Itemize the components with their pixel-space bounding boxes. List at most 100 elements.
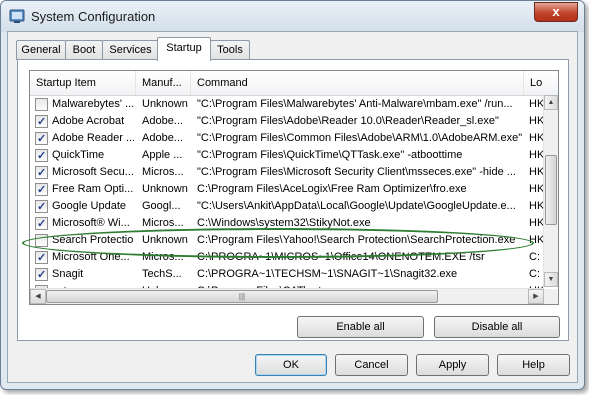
manufacturer-cell: Googl...	[142, 200, 181, 212]
startup-item-name: Microsoft® Wi...	[52, 217, 130, 229]
startup-item-name: Adobe Acrobat	[52, 115, 125, 127]
checkmark-icon: ✓	[37, 218, 47, 230]
tab-general[interactable]: General	[16, 40, 66, 60]
column-header-location[interactable]: Lo	[524, 71, 558, 95]
startup-item-name: Microsoft Secu...	[52, 166, 134, 178]
arrow-right-icon: ▶	[533, 293, 539, 300]
checkmark-icon: ✓	[37, 167, 47, 179]
list-header: Startup Item Manuf... Command Lo	[30, 71, 558, 96]
manufacturer-cell: Micros...	[142, 166, 184, 178]
scroll-down-button[interactable]: ▼	[544, 272, 558, 287]
startup-item-checkbox[interactable]: ✓	[35, 217, 48, 230]
list-item[interactable]: ✓ QuickTime Apple ... "C:\Program Files\Qui…	[30, 147, 545, 164]
list-item[interactable]: ✓ Free Ram Opti... Unknown C:\Program Files…	[30, 181, 545, 198]
column-header-startup-item[interactable]: Startup Item	[30, 71, 136, 95]
help-button[interactable]: Help	[497, 354, 570, 376]
startup-item-name: Snagit	[52, 268, 84, 280]
list-item[interactable]: Malwarebytes' ... Unknown "C:\Program File…	[30, 96, 545, 113]
startup-item-checkbox[interactable]: ✓	[35, 183, 48, 196]
command-cell: C:\Windows\system32\StikyNot.exe	[197, 217, 371, 229]
arrow-left-icon: ◀	[35, 293, 41, 300]
manufacturer-cell: Micros...	[142, 217, 184, 229]
startup-tab-panel: Startup Item Manuf... Command Lo Malware…	[17, 59, 569, 341]
startup-item-name: Microsoft One...	[52, 251, 130, 263]
startup-item-name: Free Ram Opti...	[52, 183, 134, 195]
checkmark-icon: ✓	[37, 150, 47, 162]
title-bar[interactable]: System Configuration x	[1, 1, 584, 32]
list-item[interactable]: ✓ Adobe Reader ... Adobe... "C:\Program Fil…	[30, 130, 545, 147]
list-item[interactable]: ✓ Microsoft® Wi... Micros... C:\Windows\sys…	[30, 215, 545, 232]
command-cell: C:\Program Files\Yahoo!\Search Protectio…	[197, 234, 516, 246]
list-item[interactable]: ✓ Microsoft One... Micros... C:\PROGRA~1\MI…	[30, 249, 545, 266]
arrow-up-icon: ▲	[547, 99, 555, 106]
startup-item-name: Malwarebytes' ...	[52, 98, 134, 110]
command-cell: "C:\Program Files\Adobe\Reader 10.0\Read…	[197, 115, 499, 127]
scroll-right-button[interactable]: ▶	[528, 289, 544, 304]
startup-item-checkbox[interactable]	[35, 234, 48, 247]
scrollbar-corner	[544, 289, 558, 304]
manufacturer-cell: Micros...	[142, 251, 184, 263]
startup-item-name: QuickTime	[52, 149, 105, 161]
list-rows: Malwarebytes' ... Unknown "C:\Program File…	[30, 96, 545, 300]
tab-boot[interactable]: Boot	[65, 40, 103, 60]
apply-button[interactable]: Apply	[416, 354, 489, 376]
startup-item-checkbox[interactable]: ✓	[35, 251, 48, 264]
command-cell: C:\PROGRA~1\TECHSM~1\SNAGIT~1\Snagit32.e…	[197, 268, 458, 280]
checkmark-icon: ✓	[37, 184, 47, 196]
scroll-up-button[interactable]: ▲	[544, 95, 558, 110]
list-item[interactable]: ✓ Snagit TechS... C:\PROGRA~1\TECHSM~1\SNAG…	[30, 266, 545, 283]
column-header-manufacturer[interactable]: Manuf...	[136, 71, 191, 95]
close-icon: x	[552, 4, 560, 19]
checkmark-icon: ✓	[37, 269, 47, 281]
manufacturer-cell: TechS...	[142, 268, 182, 280]
ok-button[interactable]: OK	[255, 354, 327, 376]
startup-item-checkbox[interactable]: ✓	[35, 149, 48, 162]
disable-all-button[interactable]: Disable all	[434, 316, 560, 338]
startup-item-name: Search Protection	[52, 234, 134, 246]
arrow-down-icon: ▼	[547, 276, 555, 283]
list-item[interactable]: ✓ Microsoft Secu... Micros... "C:\Program F…	[30, 164, 545, 181]
startup-items-list[interactable]: Startup Item Manuf... Command Lo Malware…	[29, 70, 559, 305]
command-cell: "C:\Program Files\Common Files\Adobe\ARM…	[197, 132, 522, 144]
column-header-command[interactable]: Command	[191, 71, 524, 95]
startup-item-checkbox[interactable]: ✓	[35, 268, 48, 281]
command-cell: "C:\Users\Ankit\AppData\Local\Google\Upd…	[197, 200, 516, 212]
checkmark-icon: ✓	[37, 133, 47, 145]
manufacturer-cell: Unknown	[142, 234, 188, 246]
horizontal-scrollbar[interactable]: ◀ ||| ▶	[30, 288, 544, 304]
manufacturer-cell: Apple ...	[142, 149, 183, 161]
manufacturer-cell: Unknown	[142, 183, 188, 195]
horizontal-scroll-thumb[interactable]: |||	[46, 290, 438, 303]
startup-item-name: Adobe Reader ...	[52, 132, 134, 144]
dialog-client-area: General Boot Services Startup Tools Star…	[7, 31, 578, 383]
startup-item-checkbox[interactable]: ✓	[35, 132, 48, 145]
manufacturer-cell: Unknown	[142, 98, 188, 110]
command-cell: "C:\Program Files\QuickTime\QTTask.exe" …	[197, 149, 463, 161]
tab-services[interactable]: Services	[102, 40, 159, 60]
command-cell: "C:\Program Files\Microsoft Security Cli…	[197, 166, 516, 178]
startup-item-checkbox[interactable]: ✓	[35, 166, 48, 179]
vertical-scroll-thumb[interactable]	[545, 155, 557, 225]
cancel-button[interactable]: Cancel	[335, 354, 408, 376]
startup-item-checkbox[interactable]: ✓	[35, 200, 48, 213]
tab-startup[interactable]: Startup	[157, 37, 211, 61]
vertical-scrollbar[interactable]: ▲ ▼	[543, 95, 558, 287]
list-item[interactable]: ✓ Adobe Acrobat Adobe... "C:\Program Files\…	[30, 113, 545, 130]
startup-item-checkbox[interactable]	[35, 98, 48, 111]
enable-all-button[interactable]: Enable all	[297, 316, 424, 338]
checkmark-icon: ✓	[37, 252, 47, 264]
command-cell: "C:\Program Files\Malwarebytes' Anti-Mal…	[197, 98, 513, 110]
close-button[interactable]: x	[534, 2, 578, 22]
grip-icon: |||	[238, 292, 246, 301]
manufacturer-cell: Adobe...	[142, 132, 183, 144]
scroll-left-button[interactable]: ◀	[30, 289, 46, 304]
startup-item-name: Google Update	[52, 200, 126, 212]
system-configuration-window: System Configuration x General Boot Serv…	[0, 0, 585, 390]
msconfig-app-icon	[9, 9, 25, 23]
list-item[interactable]: Search Protection Unknown C:\Program Files…	[30, 232, 545, 249]
startup-item-checkbox[interactable]: ✓	[35, 115, 48, 128]
tab-tools[interactable]: Tools	[210, 40, 250, 60]
command-cell: C:\PROGRA~1\MICROS~1\Office14\ONENOTEM.E…	[197, 251, 485, 263]
command-cell: C:\Program Files\AceLogix\Free Ram Optim…	[197, 183, 467, 195]
list-item[interactable]: ✓ Google Update Googl... "C:\Users\Ankit\Ap…	[30, 198, 545, 215]
